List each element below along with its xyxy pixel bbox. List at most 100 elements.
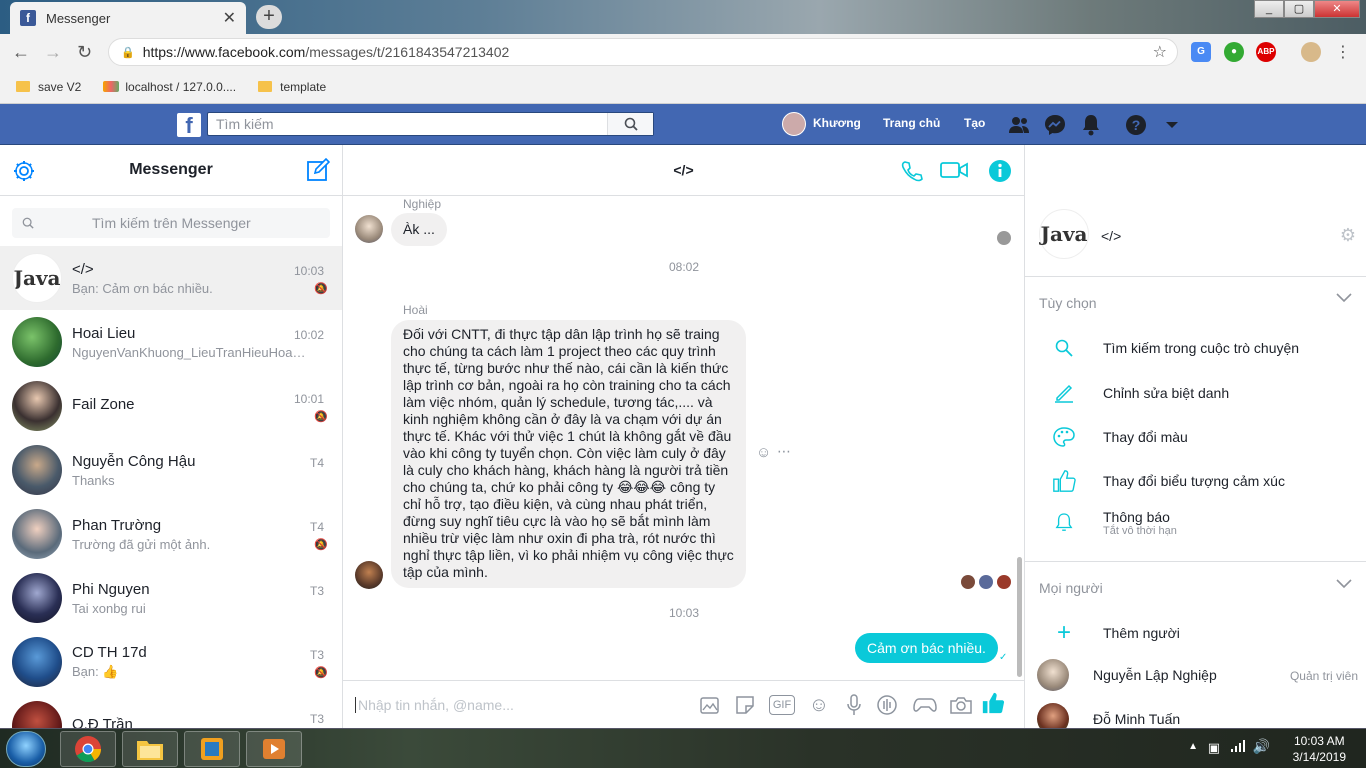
reload-icon[interactable]: ↻ [77,42,92,63]
facebook-search-input[interactable]: Tìm kiếm [207,112,654,136]
tab-close-icon[interactable]: ✕ [223,8,236,28]
people-section-header[interactable]: Mọi người [1039,580,1103,596]
profile-link[interactable]: Khương [813,116,861,130]
adblock-extension-icon[interactable]: ABP [1256,42,1276,62]
option-search-in-conversation[interactable]: Tìm kiếm trong cuộc trò chuyện [1051,339,1299,357]
option-edit-nicknames[interactable]: Chỉnh sửa biệt danh [1051,383,1229,403]
voice-call-icon[interactable] [900,159,924,186]
globe-extension-icon[interactable]: ● [1224,42,1244,62]
thumbs-up-send-icon[interactable] [981,691,1005,715]
gif-icon[interactable]: GIF [769,695,795,715]
tray-device-icon[interactable]: ▣ [1208,740,1220,756]
system-clock[interactable]: 10:03 AM 3/14/2019 [1293,733,1346,765]
chat-header: </> [343,145,1024,196]
emoji-icon[interactable]: ☺ [807,693,831,717]
back-icon[interactable]: ← [12,42,30,63]
member-row[interactable]: Đỗ Minh Tuấn [1037,703,1180,728]
message-sender: Hoài [403,303,428,317]
translate-extension-icon[interactable]: G [1191,42,1211,62]
search-icon[interactable] [607,113,653,135]
profile-avatar-icon[interactable] [1301,42,1321,62]
voice-clip-icon[interactable] [875,693,899,717]
options-section-header[interactable]: Tùy chọn [1039,295,1097,311]
conversation-item[interactable]: Q.Đ Trần T3 [0,694,342,728]
taskbar-media-button[interactable] [246,731,302,767]
windows-start-button[interactable] [6,731,46,767]
bookmark-template[interactable]: template [258,80,326,94]
url-bar[interactable]: 🔒 https://www.facebook.com/messages/t/21… [108,38,1178,66]
settings-gear-icon[interactable] [12,159,36,188]
divider [1025,276,1366,277]
member-row[interactable]: Nguyễn Lập Nghiệp [1037,659,1217,691]
close-window-button[interactable]: ✕ [1314,0,1360,18]
conversation-item[interactable]: Phi Nguyen Tai xonbg rui T3 [0,566,342,630]
account-menu-chevron-down-icon[interactable] [1160,113,1184,137]
browser-tab[interactable]: f Messenger ✕ [10,2,246,34]
facebook-logo-icon[interactable]: f [177,113,201,138]
conversation-info-icon[interactable] [988,159,1012,186]
create-link[interactable]: Tạo [964,116,985,130]
message-composer[interactable]: Nhập tin nhắn, @name... GIF ☺ [343,680,1024,728]
conversation-time: T4 [309,456,324,470]
message-input[interactable]: Nhập tin nhắn, @name... [355,697,514,713]
url-host: https://www.facebook.com [142,44,306,60]
game-controller-icon[interactable] [913,693,937,717]
home-link[interactable]: Trang chủ [883,116,940,130]
palette-icon [1051,427,1077,447]
messenger-search-input[interactable]: Tìm kiếm trên Messenger [12,208,330,238]
microphone-icon[interactable] [842,693,866,717]
video-call-icon[interactable] [940,160,968,183]
menu-kebab-icon[interactable]: ⋮ [1335,42,1351,62]
new-tab-button[interactable]: + [256,5,282,29]
volume-icon[interactable]: 🔊 [1253,738,1270,755]
option-notifications[interactable]: Thông báo Tắt vô thời hạn [1051,509,1177,537]
pencil-icon [1051,383,1077,403]
settings-gear-icon[interactable]: ⚙ [1340,225,1356,246]
help-icon[interactable]: ? [1124,113,1148,137]
user-avatar[interactable] [782,112,806,136]
url-path: /messages/t/2161843547213402 [305,44,510,60]
option-change-emoji[interactable]: Thay đổi biểu tượng cảm xúc [1051,469,1285,493]
conversation-item[interactable]: CD TH 17d Bạn: 👍 T3 🔕 [0,630,342,694]
network-signal-icon[interactable] [1230,739,1246,756]
notifications-bell-icon[interactable] [1079,113,1103,137]
conversation-name: Nguyễn Công Hậu [72,452,196,470]
taskbar-explorer-button[interactable] [122,731,178,767]
friend-requests-icon[interactable] [1007,113,1031,137]
maximize-button[interactable]: ▢ [1284,0,1314,18]
minimize-button[interactable]: _ [1254,0,1284,18]
react-smiley-icon[interactable]: ☺ [756,444,771,461]
bookmark-save-v2[interactable]: save V2 [16,80,81,94]
search-placeholder: Tìm kiếm trên Messenger [92,215,251,231]
bookmark-star-icon[interactable]: ☆ [1153,42,1167,62]
member-name: Nguyễn Lập Nghiệp [1093,667,1217,683]
muted-bell-icon: 🔕 [314,667,328,679]
chat-scrollbar[interactable] [1017,557,1022,677]
chevron-down-icon[interactable] [1336,291,1352,306]
bookmark-localhost[interactable]: localhost / 127.0.0.... [103,80,236,94]
tray-expand-icon[interactable]: ▲ [1188,741,1198,752]
conversation-item[interactable]: Phan Trường Trường đã gửi một ảnh. T4 🔕 [0,502,342,566]
forward-icon[interactable]: → [44,42,62,63]
camera-icon[interactable] [949,693,973,717]
option-change-color[interactable]: Thay đổi màu [1051,427,1188,447]
conversation-item[interactable]: Nguyễn Công Hậu Thanks T4 [0,438,342,502]
timestamp-divider: 08:02 [669,260,700,274]
taskbar-app-button[interactable] [184,731,240,767]
photo-gallery-icon[interactable] [697,693,721,717]
add-people-button[interactable]: + Thêm người [1051,621,1180,645]
avatar [12,573,62,623]
more-options-icon[interactable]: ⋯ [777,443,791,460]
sticker-icon[interactable] [733,693,757,717]
bookmark-label: localhost / 127.0.0.... [125,79,237,94]
chevron-down-icon[interactable] [1336,577,1352,592]
chat-pane: </> Nghiệp Àk ... 08:02 Hoài Đối với CNT… [343,145,1024,728]
conversation-item[interactable]: Fail Zone 10:01 🔕 [0,374,342,438]
conversation-item[interactable]: Java </> Bạn: Cảm ơn bác nhiều. 10:03 🔕 [0,246,342,310]
messenger-icon[interactable] [1043,113,1067,137]
search-placeholder: Tìm kiếm [216,116,274,132]
new-message-compose-icon[interactable] [306,157,331,187]
conversation-item[interactable]: Hoai Lieu NguyenVanKhuong_LieuTranHieuHoa… [0,310,342,374]
sender-avatar [355,561,383,589]
taskbar-chrome-button[interactable] [60,731,116,767]
